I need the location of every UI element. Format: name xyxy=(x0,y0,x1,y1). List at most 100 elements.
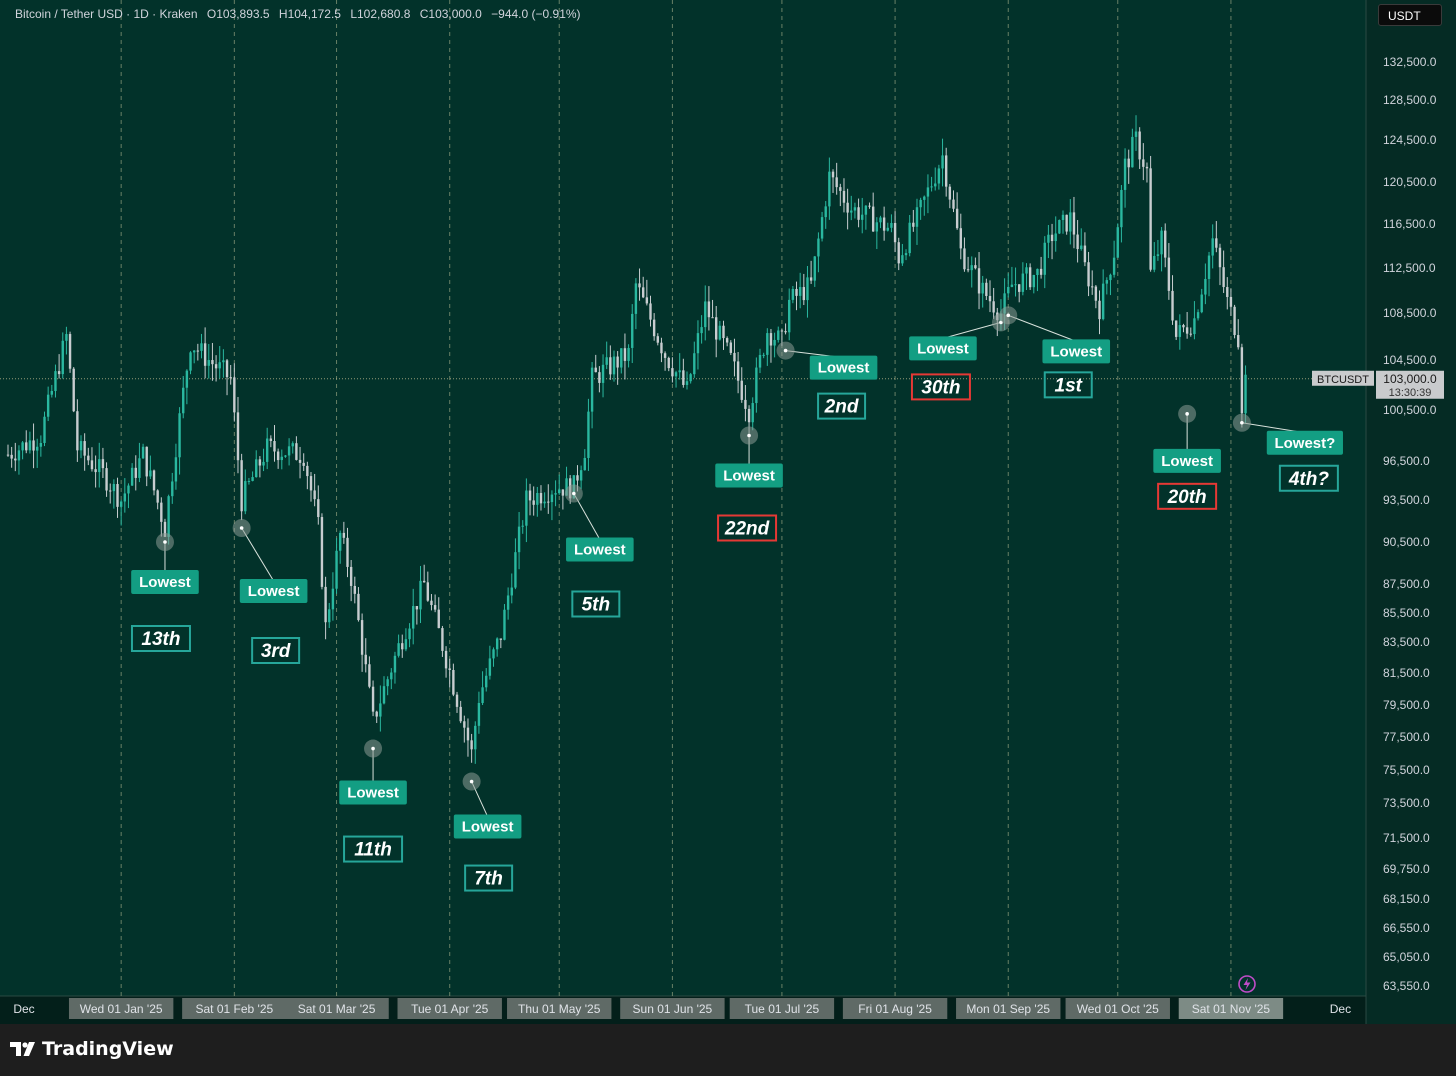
candle-body xyxy=(795,288,798,296)
candle-body xyxy=(346,537,349,567)
lightning-icon[interactable] xyxy=(1237,974,1257,994)
price-chart[interactable]: Lowest 13th Lowest 3rd Lowest 11th Lowest 7th Lo… xyxy=(0,0,1456,1024)
candle-body xyxy=(525,490,528,526)
candle-body xyxy=(715,317,718,340)
candle-body xyxy=(1065,214,1068,232)
candle-body xyxy=(174,457,178,482)
candle-body xyxy=(561,489,565,496)
candle-body xyxy=(550,494,554,503)
candle-body xyxy=(422,580,426,583)
candle-body xyxy=(54,371,57,391)
candle-body xyxy=(444,650,448,669)
candle-body xyxy=(225,360,229,378)
candle-body xyxy=(167,496,170,537)
y-tick-label: 128,500.0 xyxy=(1383,93,1437,107)
candle-body xyxy=(298,459,302,463)
lowest-label-text: Lowest xyxy=(574,542,626,559)
candle-body xyxy=(138,458,141,478)
candle-body xyxy=(1153,255,1156,270)
candle-body xyxy=(90,460,94,470)
candle-body xyxy=(1014,284,1017,286)
candle-body xyxy=(711,317,714,319)
candle-body xyxy=(379,703,382,717)
rank-text: 11th xyxy=(354,840,392,861)
tradingview-brand[interactable]: TradingView xyxy=(10,1038,174,1060)
y-tick-label: 68,150.0 xyxy=(1383,892,1430,906)
candle-body xyxy=(1237,335,1240,348)
currency-button[interactable]: USDT xyxy=(1378,4,1442,26)
lowest-label-text: Lowest xyxy=(248,583,300,600)
candle-body xyxy=(269,438,273,442)
y-tick-label: 77,500.0 xyxy=(1383,730,1430,744)
candle-body xyxy=(1156,254,1160,256)
rank-text: 5th xyxy=(582,595,611,616)
candle-body xyxy=(123,493,127,502)
annotation-marker-dot xyxy=(371,746,375,751)
candle-body xyxy=(798,287,802,296)
ohlc-legend: Bitcoin / Tether USD · 1D · Kraken O103,… xyxy=(15,7,587,21)
candle-body xyxy=(755,367,758,404)
candle-body xyxy=(134,467,137,478)
candle-body xyxy=(631,313,634,348)
candle-body xyxy=(656,336,659,343)
candle-body xyxy=(671,368,674,377)
candle-body xyxy=(1204,278,1207,295)
lowest-label-text: Lowest xyxy=(917,340,969,357)
candle-body xyxy=(966,269,970,271)
candle-body xyxy=(974,265,977,269)
candle-body xyxy=(430,600,433,606)
candle-body xyxy=(882,217,886,231)
candle-body xyxy=(645,297,649,304)
candle-body xyxy=(57,371,61,375)
y-tick-label: 73,500.0 xyxy=(1383,796,1430,810)
candle-body xyxy=(255,459,258,478)
candle-body xyxy=(689,374,692,382)
candle-body xyxy=(930,186,933,188)
rank-text: 13th xyxy=(141,629,180,650)
x-tick-label: Dec xyxy=(1330,1002,1351,1016)
x-tick-label: Sat 01 Feb '25 xyxy=(195,1002,273,1016)
y-tick-label: 75,500.0 xyxy=(1383,763,1430,777)
candle-body xyxy=(50,390,54,395)
candle-body xyxy=(1134,131,1138,137)
chart-root: Lowest 13th Lowest 3rd Lowest 11th Lowest 7th Lo… xyxy=(0,0,1456,1076)
annotation-marker-dot xyxy=(1006,313,1011,318)
candle-body xyxy=(141,446,145,459)
candle-body xyxy=(6,454,10,456)
candle-body xyxy=(382,686,386,704)
y-tick-label: 112,500.0 xyxy=(1383,261,1436,275)
candle-body xyxy=(1091,286,1094,288)
candle-body xyxy=(506,595,510,610)
candle-body xyxy=(317,499,320,518)
candle-body xyxy=(309,476,313,491)
legend-symbol[interactable]: Bitcoin / Tether USD · 1D · Kraken xyxy=(15,7,198,21)
candle-body xyxy=(1116,227,1119,258)
candle-body xyxy=(521,525,524,527)
candle-body xyxy=(740,380,743,400)
candle-body xyxy=(393,655,397,673)
y-tick-label: 132,500.0 xyxy=(1383,55,1437,69)
y-tick-label: 90,500.0 xyxy=(1383,535,1430,549)
candle-body xyxy=(634,283,638,314)
candle-body xyxy=(729,342,733,353)
annotation-marker-dot xyxy=(1185,412,1189,416)
candle-body xyxy=(1149,168,1152,270)
candle-body xyxy=(904,253,908,256)
candle-body xyxy=(364,654,367,665)
candle-body xyxy=(211,360,214,365)
candle-body xyxy=(612,356,616,375)
annotation-marker-dot xyxy=(747,433,751,438)
candle-body xyxy=(353,585,357,594)
candle-body xyxy=(857,207,860,220)
candle-body xyxy=(839,187,842,191)
symbol-tag-text: BTCUSDT xyxy=(1317,374,1369,386)
candle-body xyxy=(955,208,959,229)
candle-body xyxy=(704,301,707,328)
candle-body xyxy=(751,403,754,423)
candle-body xyxy=(547,501,550,503)
candle-body xyxy=(1058,220,1061,234)
y-tick-label: 116,500.0 xyxy=(1383,217,1436,231)
candle-body xyxy=(233,377,236,413)
candle-body xyxy=(145,446,148,477)
y-tick-label: 85,500.0 xyxy=(1383,606,1430,620)
